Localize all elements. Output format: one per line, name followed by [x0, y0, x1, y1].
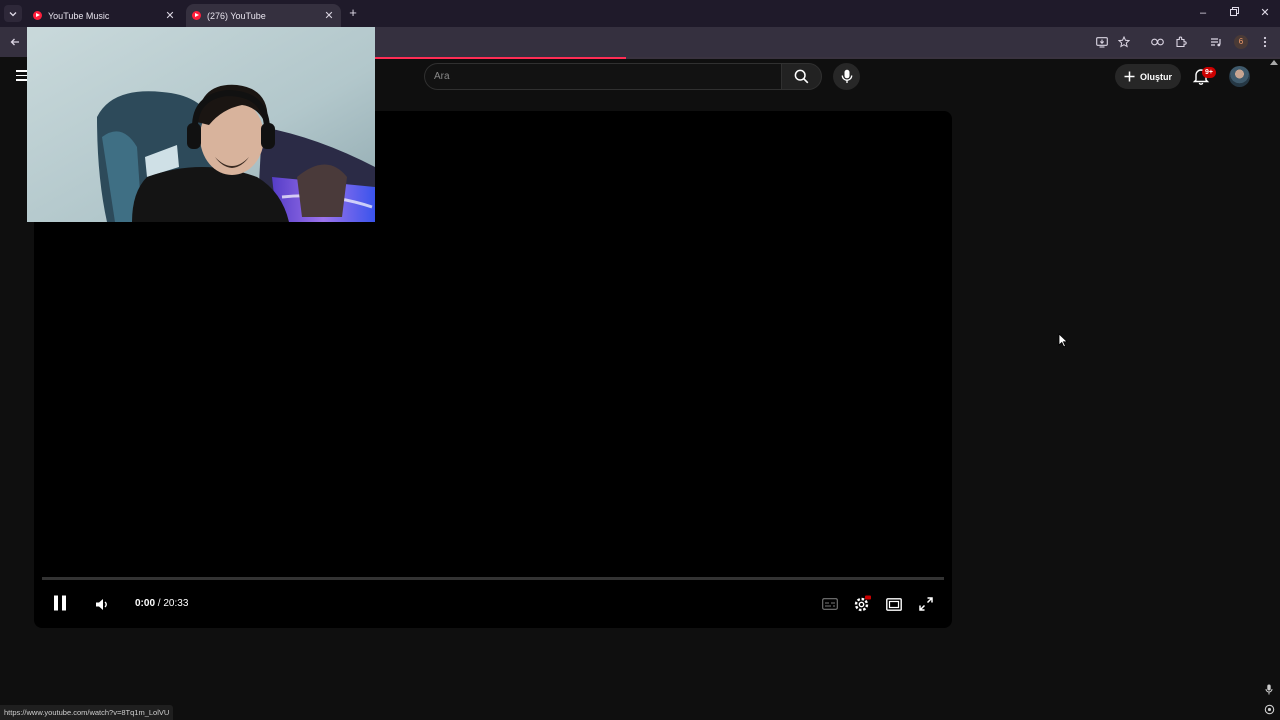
- youtube-music-favicon-icon: [33, 11, 42, 20]
- scrollbar-up-arrow[interactable]: [1270, 60, 1278, 65]
- voice-search-button[interactable]: [833, 63, 860, 90]
- fullscreen-button[interactable]: [917, 595, 935, 613]
- install-icon[interactable]: [1094, 34, 1110, 50]
- close-icon[interactable]: ✕: [163, 9, 177, 23]
- tab-youtube-music[interactable]: YouTube Music ✕: [27, 4, 182, 27]
- tab-title: (276) YouTube: [207, 10, 266, 21]
- media-control-icon[interactable]: [1208, 34, 1224, 50]
- kebab-menu-icon[interactable]: [1257, 34, 1273, 50]
- close-window-icon[interactable]: ✕: [1258, 6, 1272, 20]
- fullscreen-icon: [919, 597, 933, 611]
- close-icon[interactable]: ✕: [322, 9, 336, 23]
- webcam-feed-image: [27, 27, 375, 222]
- volume-icon: [96, 598, 107, 610]
- mic-icon: [841, 69, 852, 83]
- extension-icon[interactable]: [1149, 34, 1165, 50]
- extension-badge-icon[interactable]: 6: [1233, 34, 1249, 50]
- chevron-down-icon: [9, 11, 17, 16]
- tab-search-button[interactable]: [4, 5, 22, 22]
- notifications-badge: 9+: [1202, 67, 1216, 78]
- page-load-progress: [374, 57, 626, 59]
- tab-title: YouTube Music: [48, 10, 110, 21]
- youtube-favicon-icon: [192, 11, 201, 20]
- settings-button[interactable]: [852, 594, 872, 614]
- volume-button[interactable]: [93, 595, 111, 613]
- status-url: https://www.youtube.com/watch?v=8Tq1m_Lo…: [0, 705, 174, 720]
- extension-badge-count: 6: [1234, 35, 1248, 49]
- lens-icon[interactable]: [1263, 703, 1275, 715]
- mouse-cursor-icon: [1058, 333, 1068, 348]
- create-button-label: Oluştur: [1139, 71, 1172, 82]
- tab-youtube[interactable]: (276) YouTube ✕: [186, 4, 341, 27]
- minimize-icon[interactable]: –: [1196, 6, 1210, 20]
- webcam-overlay: [27, 27, 375, 222]
- voice-access-mic-icon[interactable]: [1263, 683, 1275, 695]
- bookmark-star-icon[interactable]: [1116, 34, 1132, 50]
- time-display: 0:00 / 20:33: [135, 598, 188, 609]
- subtitles-button[interactable]: [821, 596, 839, 612]
- theater-mode-button[interactable]: [885, 595, 903, 613]
- pause-icon: [54, 595, 66, 611]
- back-icon[interactable]: [7, 34, 23, 50]
- time-separator: /: [157, 598, 161, 609]
- create-button[interactable]: Oluştur: [1115, 64, 1181, 89]
- search-icon: [794, 69, 809, 84]
- avatar[interactable]: [1229, 66, 1250, 87]
- current-time: 0:00: [135, 598, 156, 609]
- settings-gear-icon: [854, 595, 871, 612]
- search-button[interactable]: [781, 63, 822, 90]
- subtitles-icon: [822, 598, 838, 610]
- duration: 20:33: [163, 598, 189, 609]
- search-input[interactable]: [434, 69, 764, 84]
- video-progress-bar[interactable]: [42, 577, 944, 580]
- plus-icon: [1124, 71, 1135, 82]
- theater-mode-icon: [886, 597, 902, 611]
- restore-icon[interactable]: [1227, 6, 1241, 20]
- new-tab-icon[interactable]: +: [346, 6, 360, 20]
- pause-button[interactable]: [50, 593, 70, 613]
- puzzle-icon[interactable]: [1173, 34, 1189, 50]
